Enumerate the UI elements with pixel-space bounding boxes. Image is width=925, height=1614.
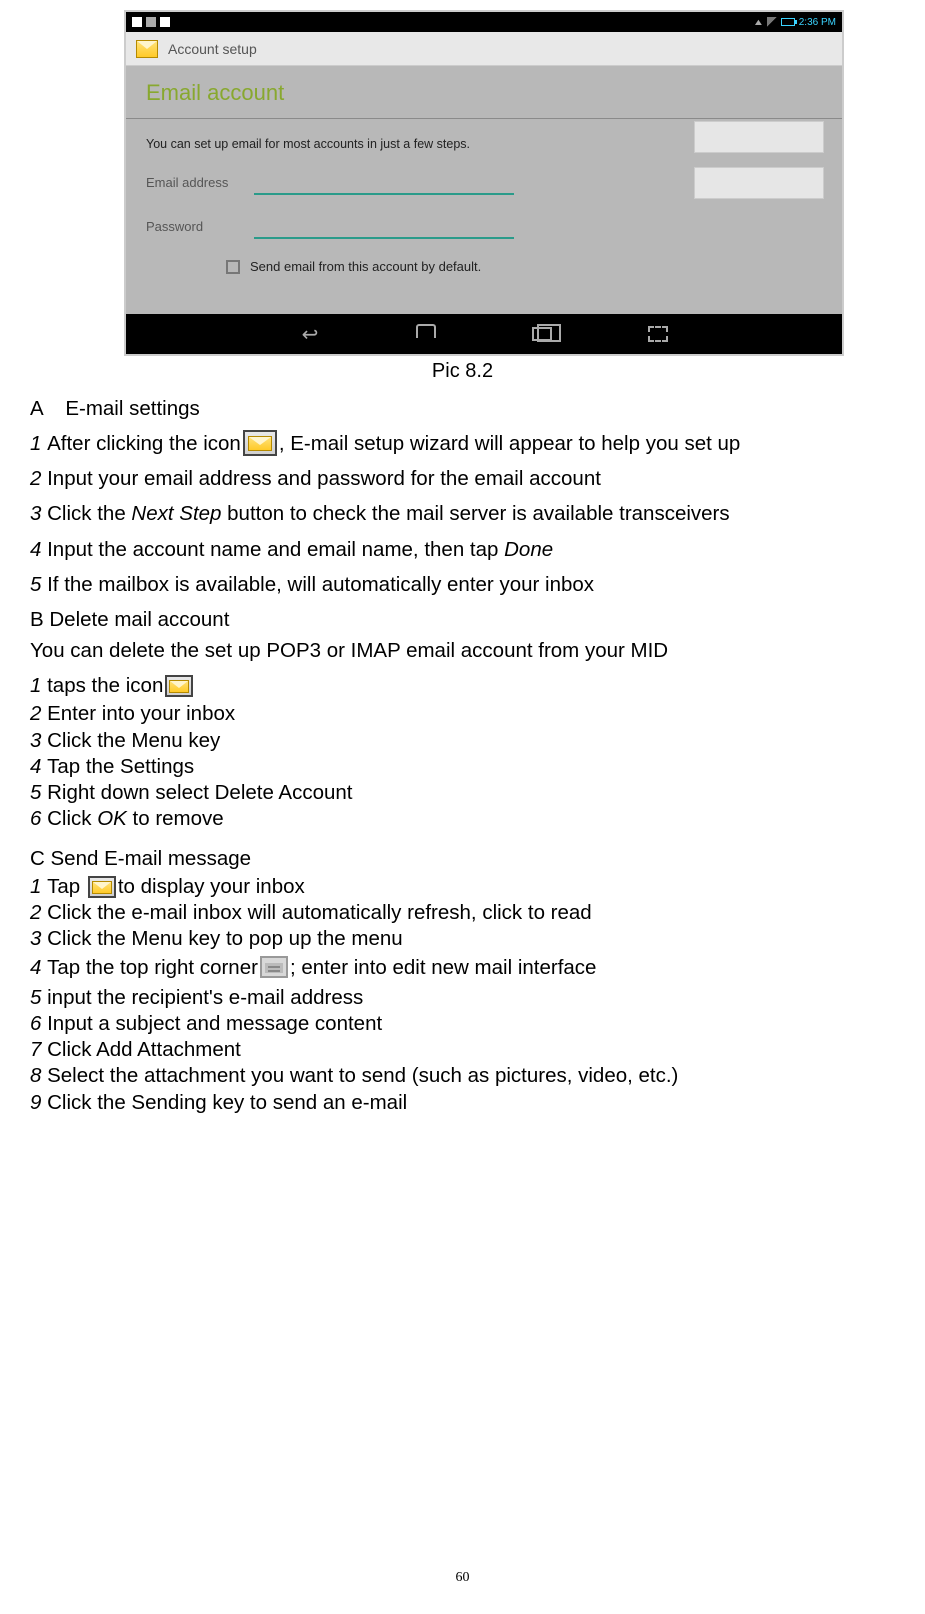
text: Click the Sending key to send an e-mail xyxy=(47,1091,407,1114)
section-b-heading: B Delete mail account xyxy=(30,604,895,635)
checkbox-label: Send email from this account by default. xyxy=(250,259,481,274)
manual-setup-button[interactable] xyxy=(694,121,824,153)
text: taps the icon xyxy=(47,674,163,697)
section-c-item-5: 5 input the recipient's e-mail address xyxy=(30,985,895,1011)
text: , E-mail setup wizard will appear to hel… xyxy=(279,432,740,455)
section-b-item-5: 5 Right down select Delete Account xyxy=(30,780,895,806)
text: Tap the top right corner xyxy=(47,956,258,979)
text: Click the xyxy=(47,502,131,525)
text: Click xyxy=(47,807,97,830)
text: ; enter into edit new mail interface xyxy=(290,956,597,979)
text: to remove xyxy=(127,807,224,830)
mail-icon xyxy=(88,876,116,898)
section-a-item-3: 3 Click the Next Step button to check th… xyxy=(30,498,895,529)
text: Input your email address and password fo… xyxy=(47,467,601,490)
battery-icon xyxy=(781,18,795,26)
section-b: B Delete mail account You can delete the… xyxy=(30,604,895,833)
section-a-item-2: 2 Input your email address and password … xyxy=(30,463,895,494)
status-icon xyxy=(160,17,170,27)
back-icon[interactable] xyxy=(297,325,323,343)
text: Click Add Attachment xyxy=(47,1038,241,1061)
text: Input a subject and message content xyxy=(47,1012,382,1035)
status-icon xyxy=(146,17,156,27)
section-c-heading: C Send E-mail message xyxy=(30,843,895,874)
text: Click the e-mail inbox will automaticall… xyxy=(47,901,592,924)
default-account-checkbox[interactable] xyxy=(226,260,240,274)
text: Click the Menu key to pop up the menu xyxy=(47,927,403,950)
password-field[interactable] xyxy=(254,213,514,239)
emphasis: Next Step xyxy=(131,502,221,525)
mail-icon xyxy=(165,675,193,697)
email-label: Email address xyxy=(146,175,236,190)
email-field[interactable] xyxy=(254,169,514,195)
section-b-item-4: 4 Tap the Settings xyxy=(30,754,895,780)
status-bar: 2:36 PM xyxy=(126,12,842,32)
text: Right down select Delete Account xyxy=(47,781,352,804)
text: Click the Menu key xyxy=(47,729,220,752)
text: button to check the mail server is avail… xyxy=(221,502,729,525)
app-titlebar: Account setup xyxy=(126,32,842,66)
section-title: Email account xyxy=(146,80,822,106)
mail-icon xyxy=(243,430,277,456)
text: to display your inbox xyxy=(118,875,305,898)
section-c-item-6: 6 Input a subject and message content xyxy=(30,1011,895,1037)
section-a-item-1: 1 After clicking the icon, E-mail setup … xyxy=(30,428,895,459)
section-a: A E-mail settings 1 After clicking the i… xyxy=(30,393,895,600)
section-c-item-1: 1 Tap to display your inbox xyxy=(30,874,895,900)
section-b-item-1: 1 taps the icon xyxy=(30,670,895,701)
text: Tap the Settings xyxy=(47,755,194,778)
section-b-intro: You can delete the set up POP3 or IMAP e… xyxy=(30,635,895,666)
section-c-item-8: 8 Select the attachment you want to send… xyxy=(30,1063,895,1089)
text: Select the attachment you want to send (… xyxy=(47,1064,678,1087)
mail-app-icon xyxy=(136,40,158,58)
clock-text: 2:36 PM xyxy=(799,17,836,28)
account-setup-form: You can set up email for most accounts i… xyxy=(126,119,842,314)
text: Enter into your inbox xyxy=(47,702,235,725)
section-a-item-5: 5 If the mailbox is available, will auto… xyxy=(30,569,895,600)
recent-apps-icon[interactable] xyxy=(529,325,555,343)
tablet-screenshot: 2:36 PM Account setup Email account You … xyxy=(124,10,844,356)
home-icon[interactable] xyxy=(413,325,439,343)
text: Input the account name and email name, t… xyxy=(47,538,504,561)
section-b-item-3: 3 Click the Menu key xyxy=(30,728,895,754)
page-number: 60 xyxy=(0,1570,925,1586)
section-a-item-4: 4 Input the account name and email name,… xyxy=(30,534,895,565)
section-c-item-7: 7 Click Add Attachment xyxy=(30,1037,895,1063)
section-a-heading: A E-mail settings xyxy=(30,393,895,424)
text: Tap xyxy=(47,875,86,898)
section-c: C Send E-mail message 1 Tap to display y… xyxy=(30,843,895,1116)
text: input the recipient's e-mail address xyxy=(47,986,363,1009)
titlebar-text: Account setup xyxy=(168,41,257,57)
signal-icon xyxy=(767,17,777,27)
section-header: Email account xyxy=(126,66,842,119)
password-label: Password xyxy=(146,219,236,234)
section-c-item-9: 9 Click the Sending key to send an e-mai… xyxy=(30,1090,895,1116)
section-b-item-2: 2 Enter into your inbox xyxy=(30,701,895,727)
compose-icon xyxy=(260,956,288,978)
section-c-item-4: 4 Tap the top right corner; enter into e… xyxy=(30,955,895,981)
status-icon xyxy=(132,17,142,27)
section-c-item-2: 2 Click the e-mail inbox will automatica… xyxy=(30,900,895,926)
emphasis: OK xyxy=(97,807,127,830)
system-navbar xyxy=(126,314,842,354)
figure-caption: Pic 8.2 xyxy=(30,360,895,383)
text: If the mailbox is available, will automa… xyxy=(47,573,594,596)
next-button[interactable] xyxy=(694,167,824,199)
emphasis: Done xyxy=(504,538,553,561)
wifi-icon xyxy=(754,17,763,28)
text: After clicking the icon xyxy=(47,432,241,455)
section-b-item-6: 6 Click OK to remove xyxy=(30,806,895,832)
screenshot-icon[interactable] xyxy=(645,325,671,343)
section-c-item-3: 3 Click the Menu key to pop up the menu xyxy=(30,926,895,952)
